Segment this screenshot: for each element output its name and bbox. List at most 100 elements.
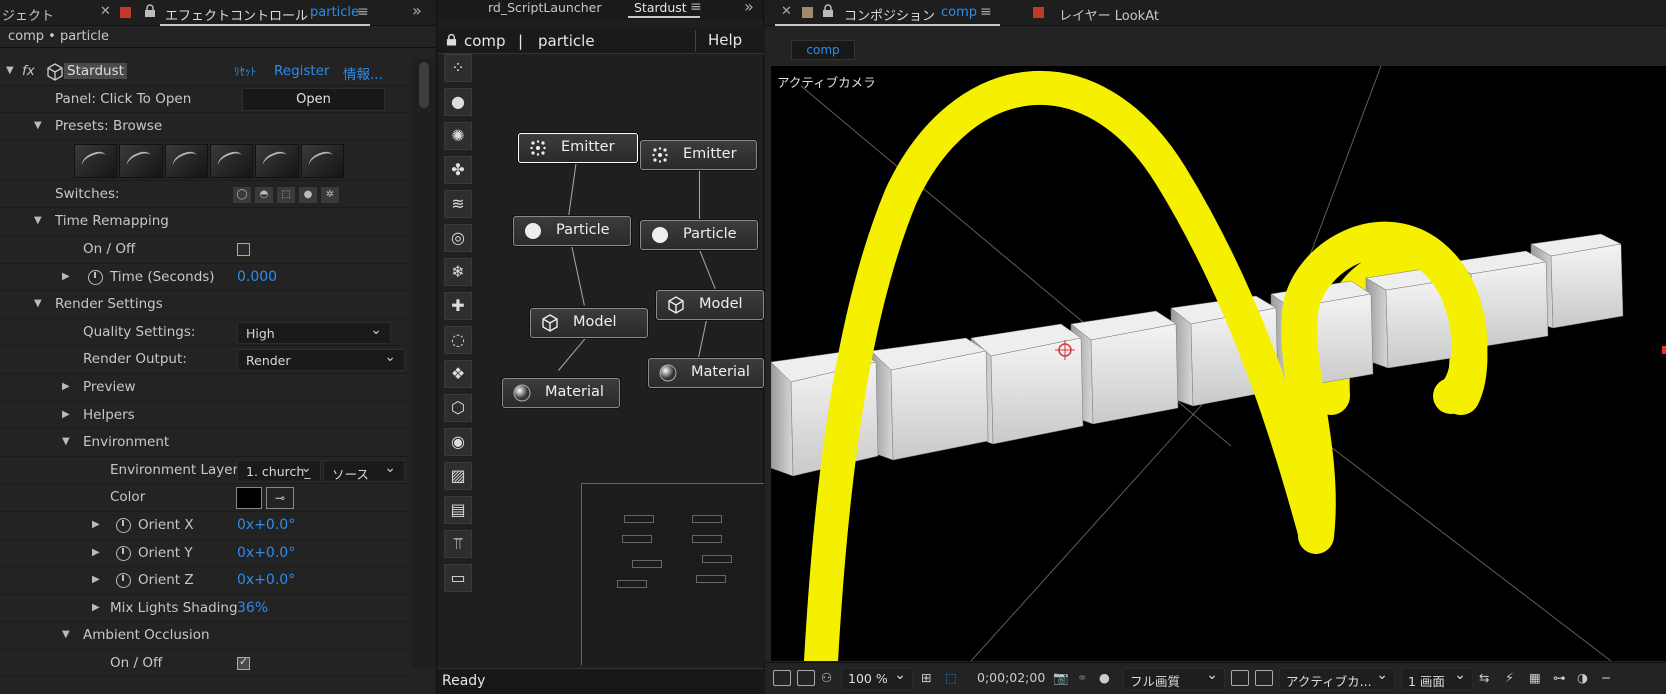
fan-tool-icon[interactable]: ✤ xyxy=(444,156,472,184)
preset-thumb[interactable] xyxy=(164,143,208,178)
lock-icon[interactable] xyxy=(144,4,156,18)
grid-icon[interactable]: ⊞ xyxy=(921,670,931,685)
reset-link[interactable]: ﾘｾｯﾄ xyxy=(234,63,256,79)
ao-checkbox[interactable] xyxy=(237,655,250,670)
expand-triangle-icon[interactable]: ▶ xyxy=(62,409,70,420)
mix-lights-value[interactable]: 36% xyxy=(237,600,268,616)
expand-triangle-icon[interactable]: ▶ xyxy=(92,602,100,613)
panel-menu-icon[interactable]: ≡ xyxy=(690,0,702,15)
render-settings-row[interactable]: ▼ Render Settings xyxy=(0,291,412,319)
rect-tool-icon[interactable]: ▭ xyxy=(444,564,472,592)
particle-tool-icon[interactable]: ● xyxy=(444,88,472,116)
helpers-row[interactable]: ▶ Helpers xyxy=(0,402,412,430)
reset-exposure-icon[interactable]: ⇆ xyxy=(1479,670,1489,685)
panel-tool-icon[interactable]: ▤ xyxy=(444,496,472,524)
collapse-triangle-icon[interactable]: ▼ xyxy=(34,215,42,226)
timeline-icon[interactable]: ▦ xyxy=(1529,670,1541,685)
help-button[interactable]: Help xyxy=(695,30,742,52)
preset-thumb[interactable] xyxy=(209,143,254,178)
quality-dropdown[interactable]: High xyxy=(237,321,391,344)
switch-dome-icon[interactable]: ◓ xyxy=(254,185,274,204)
render-output-dropdown[interactable]: Render xyxy=(237,349,405,372)
color-swatch[interactable] xyxy=(236,487,262,510)
camera-view-dropdown[interactable]: アクティブカ... xyxy=(1279,667,1395,690)
expand-triangle-icon[interactable]: ▶ xyxy=(92,547,100,558)
environment-row[interactable]: ▼ Environment xyxy=(0,429,412,457)
scrollbar-thumb[interactable] xyxy=(419,62,429,108)
checkerboard-icon[interactable] xyxy=(1255,670,1273,686)
sphere-tool-icon[interactable]: ◉ xyxy=(444,428,472,456)
preset-thumb[interactable] xyxy=(119,143,163,178)
material-node[interactable]: Material xyxy=(502,378,620,408)
panel-menu-icon[interactable]: ≡ xyxy=(357,4,369,20)
channel-icon[interactable]: ● xyxy=(1099,670,1110,685)
orient-y-value[interactable]: 0x+0.0° xyxy=(237,545,295,561)
layer-tab[interactable]: レイヤー LookAt xyxy=(1059,5,1159,24)
camera-snapshot-icon[interactable]: 📷 xyxy=(1053,670,1069,686)
register-link[interactable]: Register xyxy=(274,63,330,79)
region-of-interest-icon[interactable]: ⬚ xyxy=(945,670,957,685)
preview-row[interactable]: ▶ Preview xyxy=(0,374,412,402)
preset-thumb[interactable] xyxy=(300,143,344,178)
views-layout-dropdown[interactable]: 1 画面 xyxy=(1401,667,1473,690)
timecode[interactable]: 0;00;02;00 xyxy=(977,670,1045,685)
effect-controls-tab[interactable]: エフェクトコントロール xyxy=(165,5,308,24)
environment-source-dropdown[interactable]: ソース xyxy=(323,459,405,482)
preset-thumb[interactable] xyxy=(74,143,118,178)
stardust-tab[interactable]: Stardust xyxy=(634,0,687,15)
environment-layer-dropdown[interactable]: 1. church_ xyxy=(237,459,321,482)
dashed-circle-tool-icon[interactable]: ◌ xyxy=(444,326,472,354)
time-remapping-row[interactable]: ▼ Time Remapping xyxy=(0,208,412,236)
lock-icon[interactable] xyxy=(446,33,457,47)
burst-tool-icon[interactable]: ✺ xyxy=(444,122,472,150)
switch-gear-icon[interactable]: ✲ xyxy=(320,185,340,204)
rings-tool-icon[interactable]: ◎ xyxy=(444,224,472,252)
waves-tool-icon[interactable]: ≋ xyxy=(444,190,472,218)
collapse-triangle-icon[interactable]: ▼ xyxy=(34,120,42,131)
info-link[interactable]: 情報... xyxy=(343,63,383,83)
effect-header-row[interactable]: ▼ fx Stardust ﾘｾｯﾄ Register 情報... xyxy=(0,58,412,86)
emitter-node[interactable]: Emitter xyxy=(640,140,757,170)
switch-bounds-icon[interactable]: ⬚ xyxy=(276,185,296,204)
composition-tab[interactable]: コンポジション xyxy=(844,5,935,24)
more-icon[interactable]: − xyxy=(1601,670,1611,685)
switch-circle-icon[interactable]: ◯ xyxy=(232,185,252,204)
zoom-dropdown[interactable]: 100 % xyxy=(841,667,913,690)
emitter-tool-icon[interactable]: ⁘ xyxy=(444,54,472,82)
emitter-node[interactable]: Emitter xyxy=(518,133,638,163)
model-node[interactable]: Model xyxy=(656,290,764,320)
close-icon[interactable]: ✕ xyxy=(781,4,792,19)
panel-menu-icon[interactable]: ≡ xyxy=(980,4,992,20)
stopwatch-icon[interactable] xyxy=(116,517,131,533)
collapse-triangle-icon[interactable]: ▼ xyxy=(34,298,42,309)
orient-z-value[interactable]: 0x+0.0° xyxy=(237,572,295,588)
resolution-dropdown[interactable]: フル画質 xyxy=(1123,667,1225,690)
stopwatch-icon[interactable] xyxy=(116,545,131,561)
stopwatch-icon[interactable] xyxy=(116,573,131,589)
box-tool-icon[interactable]: ⬡ xyxy=(444,394,472,422)
expand-panels-icon[interactable]: » xyxy=(744,0,754,16)
expand-triangle-icon[interactable]: ▶ xyxy=(92,574,100,585)
particle-node[interactable]: Particle xyxy=(640,220,758,250)
time-remap-checkbox[interactable] xyxy=(237,242,250,256)
material-node[interactable]: Material xyxy=(648,358,764,388)
close-icon[interactable]: ✕ xyxy=(100,4,111,19)
eyedropper-icon[interactable]: ⊸ xyxy=(266,487,294,510)
stopwatch-icon[interactable] xyxy=(88,269,103,285)
preset-thumb[interactable] xyxy=(255,143,299,178)
exposure-icon[interactable]: ◑ xyxy=(1577,670,1588,685)
collapse-triangle-icon[interactable]: ▼ xyxy=(6,65,14,76)
hanging-tool-icon[interactable]: ⫪ xyxy=(444,530,472,558)
show-snapshot-icon[interactable]: ⚭ xyxy=(1077,670,1087,685)
expand-triangle-icon[interactable]: ▶ xyxy=(92,519,100,530)
composition-viewport[interactable]: アクティブカメラ xyxy=(771,66,1666,661)
model-node[interactable]: Model xyxy=(530,308,648,338)
always-preview-icon[interactable] xyxy=(773,670,791,686)
project-tab-label[interactable]: ジェクト xyxy=(2,5,54,24)
fx-icon[interactable]: fx xyxy=(22,63,35,79)
particle-node[interactable]: Particle xyxy=(513,216,631,246)
expand-panels-icon[interactable]: » xyxy=(412,1,422,20)
toggle-transparency-icon[interactable] xyxy=(1231,670,1249,686)
lock-icon[interactable] xyxy=(822,4,834,18)
quad-circles-tool-icon[interactable]: ❖ xyxy=(444,360,472,388)
